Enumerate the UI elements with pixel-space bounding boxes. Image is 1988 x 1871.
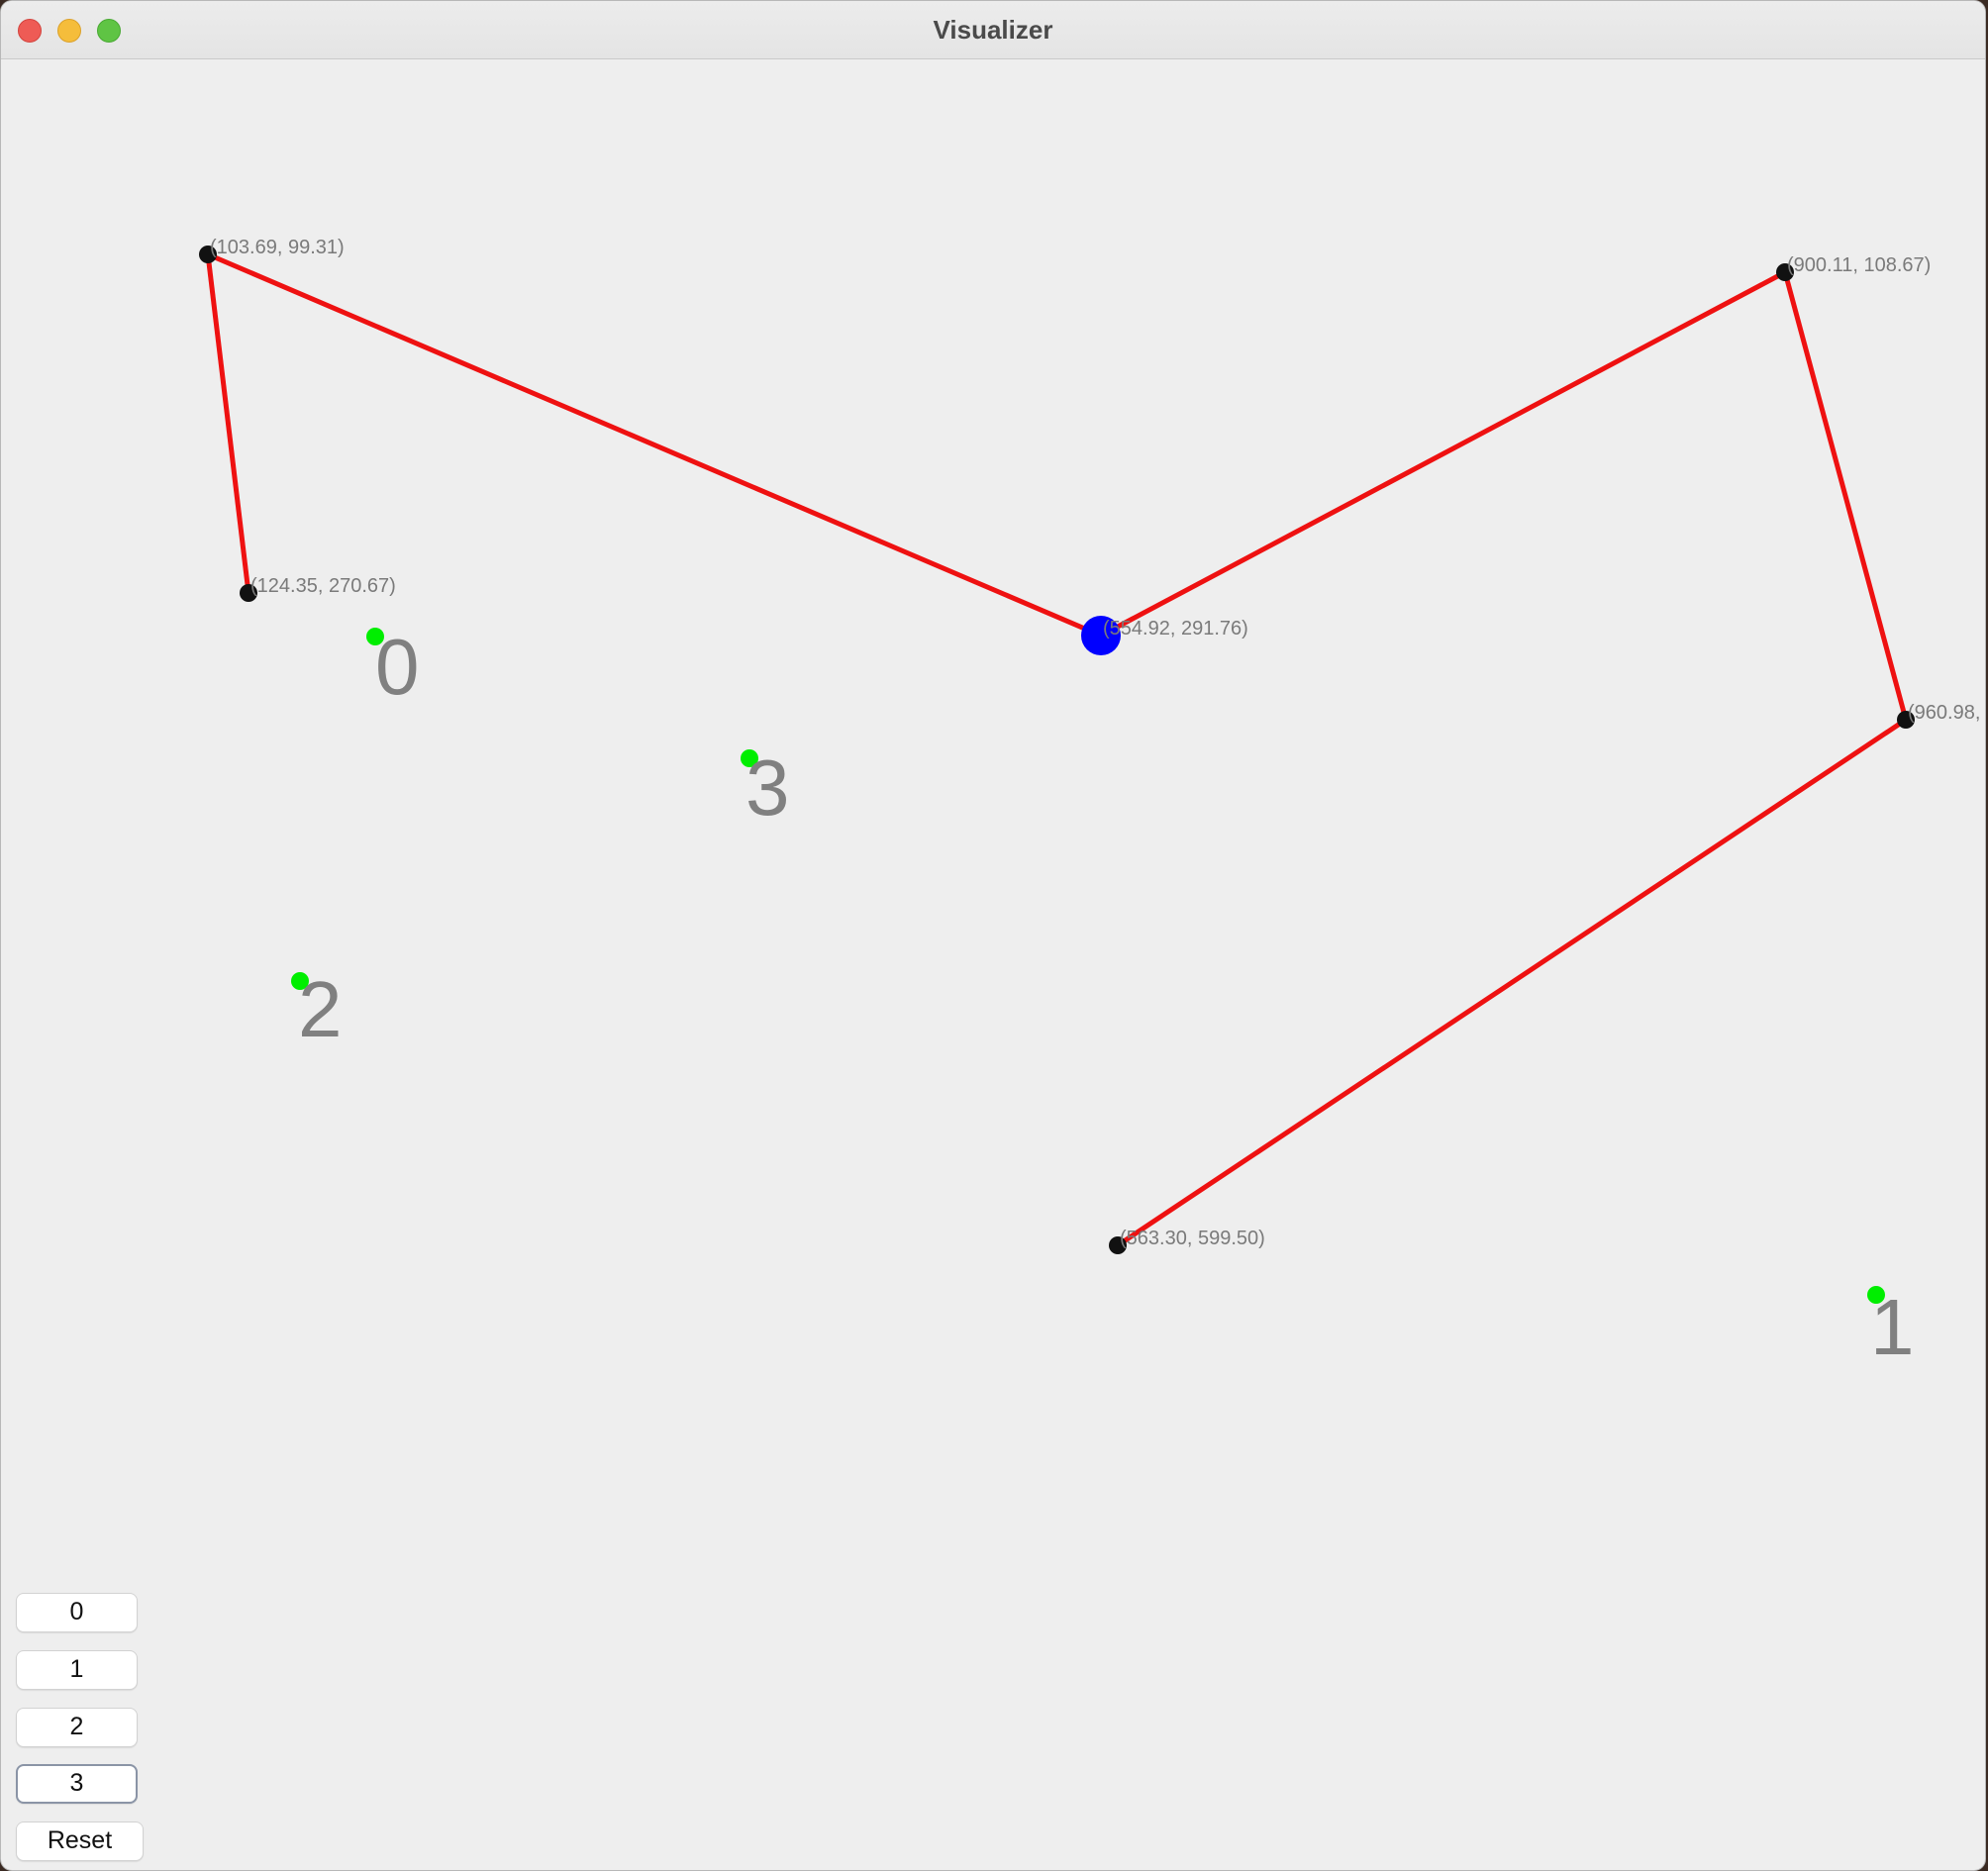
arm-links bbox=[205, 251, 1909, 1248]
visualizer-canvas[interactable]: 0 3 2 1 (124.35, 270.67) (103.69, 99.31)… bbox=[1, 59, 1985, 1870]
joint-coordinates: (124.35, 270.67) bbox=[250, 575, 396, 597]
joint-coordinates: (900.11, 108.67) bbox=[1787, 254, 1931, 276]
target-label-0: 0 bbox=[375, 623, 420, 711]
arm-drawing: 0 3 2 1 (124.35, 270.67) (103.69, 99.31)… bbox=[199, 237, 1985, 1371]
visualizer-window: Visualizer 0 3 2 1 (124.35, 270.67) (103… bbox=[0, 0, 1986, 1871]
arm-link bbox=[1782, 271, 1909, 721]
target-label-3: 3 bbox=[746, 743, 790, 832]
target-label-2: 2 bbox=[298, 965, 343, 1053]
joint-coordinates: (960.98, 331.23) bbox=[1908, 702, 1985, 724]
targets: 0 3 2 1 bbox=[291, 623, 1915, 1371]
arm-link bbox=[1116, 717, 1908, 1248]
window-title: Visualizer bbox=[933, 15, 1053, 45]
target-label-1: 1 bbox=[1870, 1283, 1915, 1371]
arm-link bbox=[1099, 269, 1787, 639]
target-2-button[interactable]: 2 bbox=[16, 1708, 138, 1747]
target-1-button[interactable]: 1 bbox=[16, 1650, 138, 1690]
joint-coordinates: (103.69, 99.31) bbox=[210, 237, 345, 258]
reset-button[interactable]: Reset bbox=[16, 1822, 144, 1861]
target-0-button[interactable]: 0 bbox=[16, 1593, 138, 1632]
target-3-button[interactable]: 3 bbox=[16, 1764, 138, 1804]
joint-coordinates: (563.30, 599.50) bbox=[1120, 1228, 1265, 1249]
title-bar: Visualizer bbox=[1, 1, 1985, 59]
arm-link bbox=[205, 253, 251, 594]
joints: (124.35, 270.67) (103.69, 99.31) (554.92… bbox=[199, 237, 1985, 1254]
joint-coordinates: (554.92, 291.76) bbox=[1103, 618, 1248, 640]
